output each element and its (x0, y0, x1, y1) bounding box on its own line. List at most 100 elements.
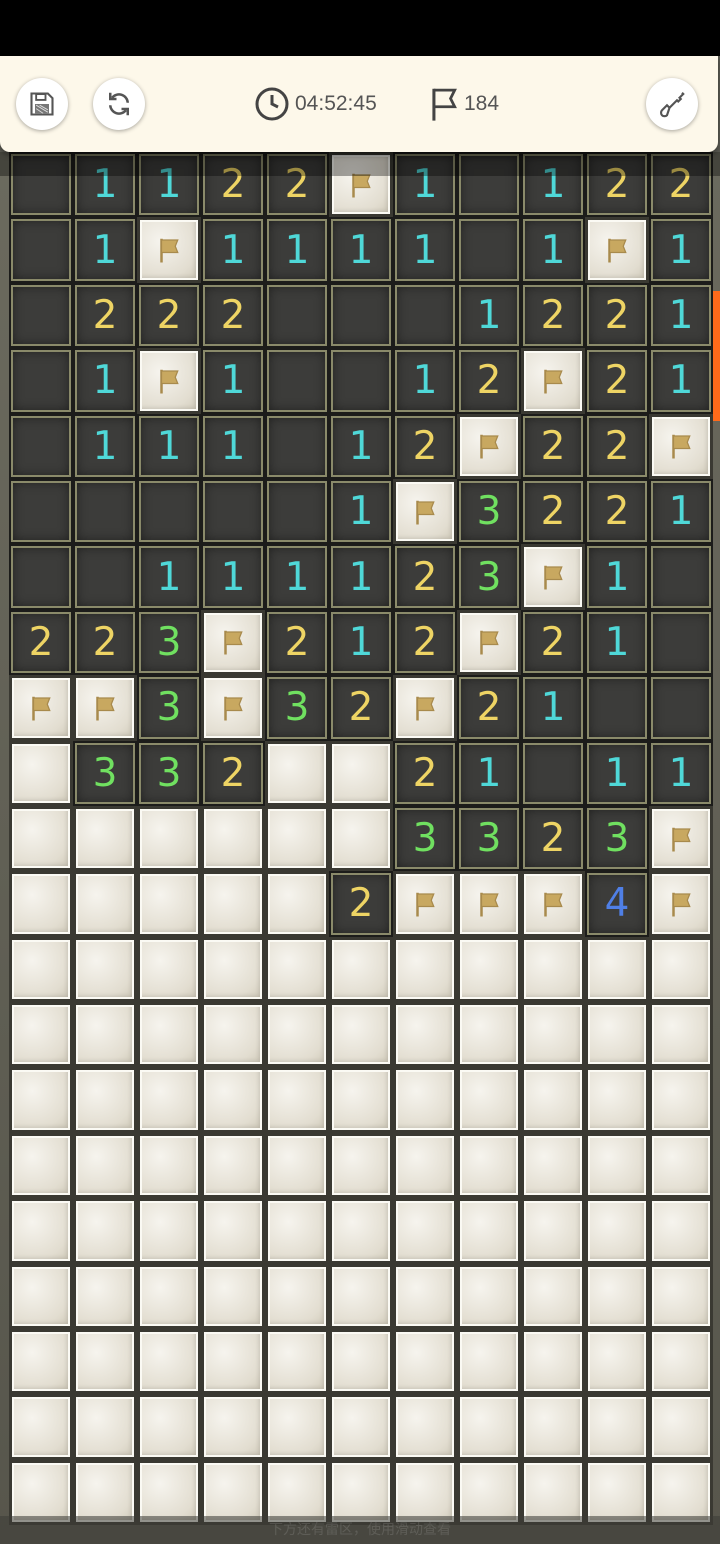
covered-cell[interactable] (265, 936, 329, 1003)
number-cell[interactable]: 2 (201, 282, 265, 349)
covered-cell[interactable] (521, 1394, 585, 1460)
number-cell[interactable]: 3 (137, 609, 201, 676)
open-cell[interactable] (9, 413, 73, 479)
number-cell[interactable]: 2 (521, 805, 585, 872)
covered-cell[interactable] (649, 936, 713, 1003)
flagged-cell[interactable] (585, 217, 649, 283)
open-cell[interactable] (649, 609, 713, 676)
number-cell[interactable]: 1 (73, 217, 137, 283)
covered-cell[interactable] (9, 1132, 73, 1199)
number-cell[interactable]: 1 (201, 217, 265, 283)
number-cell[interactable]: 1 (393, 217, 457, 283)
restart-button[interactable] (93, 78, 145, 130)
covered-cell[interactable] (9, 1329, 73, 1395)
number-cell[interactable]: 1 (457, 282, 521, 349)
number-cell[interactable]: 1 (521, 217, 585, 283)
open-cell[interactable] (329, 282, 393, 349)
covered-cell[interactable] (585, 1263, 649, 1330)
open-cell[interactable] (649, 544, 713, 610)
minefield-grid[interactable]: 1122112211111112221221111221111122213221… (9, 152, 713, 1526)
number-cell[interactable]: 1 (265, 217, 329, 283)
flagged-cell[interactable] (201, 609, 265, 676)
covered-cell[interactable] (585, 1329, 649, 1395)
open-cell[interactable] (457, 152, 521, 218)
covered-cell[interactable] (201, 871, 265, 937)
number-cell[interactable]: 1 (329, 217, 393, 283)
number-cell[interactable]: 3 (137, 675, 201, 741)
number-cell[interactable]: 1 (649, 217, 713, 283)
number-cell[interactable]: 2 (585, 152, 649, 218)
covered-cell[interactable] (9, 1394, 73, 1460)
covered-cell[interactable] (393, 1132, 457, 1199)
covered-cell[interactable] (585, 1132, 649, 1199)
flagged-cell[interactable] (457, 871, 521, 937)
covered-cell[interactable] (649, 1132, 713, 1199)
number-cell[interactable]: 1 (201, 413, 265, 479)
flagged-cell[interactable] (329, 152, 393, 218)
covered-cell[interactable] (137, 805, 201, 872)
number-cell[interactable]: 2 (585, 282, 649, 349)
flagged-cell[interactable] (9, 675, 73, 741)
open-cell[interactable] (521, 740, 585, 806)
flagged-cell[interactable] (649, 805, 713, 872)
number-cell[interactable]: 2 (393, 609, 457, 676)
flagged-cell[interactable] (393, 478, 457, 545)
open-cell[interactable] (393, 282, 457, 349)
covered-cell[interactable] (585, 1067, 649, 1133)
open-cell[interactable] (9, 544, 73, 610)
covered-cell[interactable] (73, 805, 137, 872)
number-cell[interactable]: 2 (201, 740, 265, 806)
number-cell[interactable]: 1 (393, 152, 457, 218)
open-cell[interactable] (265, 478, 329, 545)
open-cell[interactable] (265, 282, 329, 349)
covered-cell[interactable] (9, 805, 73, 872)
covered-cell[interactable] (521, 1329, 585, 1395)
number-cell[interactable]: 1 (137, 152, 201, 218)
covered-cell[interactable] (9, 1067, 73, 1133)
covered-cell[interactable] (393, 936, 457, 1003)
covered-cell[interactable] (393, 1329, 457, 1395)
number-cell[interactable]: 2 (73, 282, 137, 349)
number-cell[interactable]: 2 (649, 152, 713, 218)
flagged-cell[interactable] (521, 544, 585, 610)
open-cell[interactable] (137, 478, 201, 545)
open-cell[interactable] (649, 675, 713, 741)
covered-cell[interactable] (329, 805, 393, 872)
covered-cell[interactable] (521, 1132, 585, 1199)
number-cell[interactable]: 1 (457, 740, 521, 806)
number-cell[interactable]: 2 (137, 282, 201, 349)
covered-cell[interactable] (329, 936, 393, 1003)
covered-cell[interactable] (457, 1263, 521, 1330)
covered-cell[interactable] (265, 805, 329, 872)
covered-cell[interactable] (265, 1329, 329, 1395)
covered-cell[interactable] (585, 1002, 649, 1068)
number-cell[interactable]: 1 (73, 413, 137, 479)
covered-cell[interactable] (73, 936, 137, 1003)
covered-cell[interactable] (521, 1002, 585, 1068)
open-cell[interactable] (265, 348, 329, 414)
minefield-board[interactable]: 1122112211111112221221111221111122213221… (0, 152, 720, 1544)
covered-cell[interactable] (201, 1394, 265, 1460)
number-cell[interactable]: 2 (457, 348, 521, 414)
number-cell[interactable]: 1 (649, 282, 713, 349)
covered-cell[interactable] (201, 1067, 265, 1133)
covered-cell[interactable] (521, 1263, 585, 1330)
covered-cell[interactable] (457, 936, 521, 1003)
open-cell[interactable] (585, 675, 649, 741)
number-cell[interactable]: 2 (265, 152, 329, 218)
flagged-cell[interactable] (457, 609, 521, 676)
number-cell[interactable]: 1 (521, 152, 585, 218)
number-cell[interactable]: 1 (201, 348, 265, 414)
covered-cell[interactable] (137, 1132, 201, 1199)
covered-cell[interactable] (329, 1263, 393, 1330)
covered-cell[interactable] (201, 805, 265, 872)
covered-cell[interactable] (265, 1132, 329, 1199)
covered-cell[interactable] (329, 740, 393, 806)
covered-cell[interactable] (329, 1329, 393, 1395)
covered-cell[interactable] (649, 1002, 713, 1068)
covered-cell[interactable] (457, 1394, 521, 1460)
covered-cell[interactable] (265, 1263, 329, 1330)
number-cell[interactable]: 2 (521, 413, 585, 479)
number-cell[interactable]: 1 (137, 413, 201, 479)
number-cell[interactable]: 2 (73, 609, 137, 676)
